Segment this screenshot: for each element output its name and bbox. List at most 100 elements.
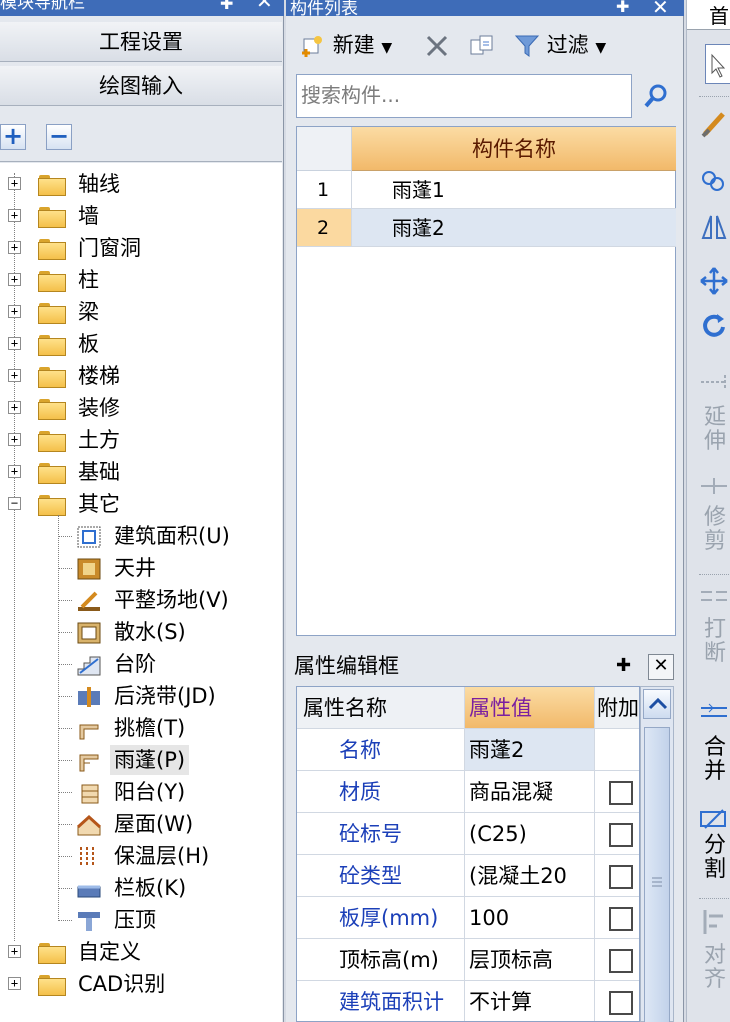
tree-node[interactable]: + 基础	[0, 457, 280, 487]
column-header-component-name[interactable]: 构件名称	[352, 127, 676, 171]
align-tool-label[interactable]: 对齐	[701, 944, 729, 992]
scroll-up-button[interactable]	[643, 689, 671, 719]
tree-node[interactable]: + 墙	[0, 201, 280, 231]
tree-node[interactable]: − 其它	[0, 489, 280, 519]
brush-icon	[701, 112, 725, 138]
tree-connector-line	[58, 696, 72, 697]
mirror-tool-button[interactable]	[699, 212, 729, 242]
project-settings-button[interactable]: 工程设置	[0, 22, 282, 62]
close-icon[interactable]: ✕	[652, 0, 669, 16]
delete-button[interactable]	[424, 26, 450, 64]
new-component-button[interactable]: 新建 ▼	[300, 26, 392, 64]
expand-node-icon[interactable]: +	[8, 337, 21, 350]
expand-all-button[interactable]: +	[0, 124, 26, 150]
tree-leaf[interactable]: 平整场地(V)	[0, 585, 280, 615]
scroll-thumb[interactable]	[644, 727, 670, 1022]
tree-node[interactable]: + 梁	[0, 297, 280, 327]
folder-icon	[38, 943, 66, 964]
extra-property-checkbox[interactable]	[609, 949, 633, 973]
tree-node[interactable]: + 楼梯	[0, 361, 280, 391]
extra-property-checkbox[interactable]	[609, 991, 633, 1015]
tree-node[interactable]: + 装修	[0, 393, 280, 423]
property-value-cell[interactable]: 不计算	[465, 981, 595, 1021]
expand-node-icon[interactable]: +	[8, 401, 21, 414]
tree-leaf[interactable]: 后浇带(JD)	[0, 681, 280, 711]
tree-node[interactable]: + CAD识别	[0, 969, 280, 999]
collapse-all-button[interactable]: −	[46, 124, 72, 150]
tree-node-label: 装修	[78, 396, 120, 420]
property-name-cell: 建筑面积计	[297, 981, 465, 1021]
expand-node-icon[interactable]: +	[8, 305, 21, 318]
property-value-cell[interactable]: 雨蓬2	[465, 729, 595, 771]
tree-node[interactable]: + 门窗洞	[0, 233, 280, 263]
component-search-input[interactable]	[297, 75, 627, 115]
nav-panel-titlebar: 模块导航栏 ✚ ✕	[0, 0, 284, 16]
expand-node-icon[interactable]: +	[8, 977, 21, 990]
rotate-tool-button[interactable]	[699, 310, 729, 340]
expand-node-icon[interactable]: +	[8, 433, 21, 446]
property-scrollbar[interactable]	[640, 686, 674, 1022]
copy-tool-button[interactable]	[699, 166, 729, 196]
tree-leaf[interactable]: 栏板(K)	[0, 873, 280, 903]
pin-icon[interactable]: ✚	[616, 0, 629, 16]
tree-leaf[interactable]: 挑檐(T)	[0, 713, 280, 743]
close-icon[interactable]: ✕	[648, 654, 674, 680]
tree-node[interactable]: + 自定义	[0, 937, 280, 967]
property-value-cell[interactable]: 商品混凝	[465, 771, 595, 813]
tree-leaf[interactable]: 建筑面积(U)	[0, 521, 280, 551]
search-button[interactable]	[638, 78, 674, 116]
component-row[interactable]: 雨蓬1	[352, 171, 676, 209]
trim-tool-label[interactable]: 修剪	[701, 506, 729, 554]
extra-property-checkbox[interactable]	[609, 823, 633, 847]
close-icon[interactable]: ✕	[256, 0, 273, 11]
select-tool-button[interactable]	[705, 44, 730, 84]
property-value-cell[interactable]: 层顶标高	[465, 939, 595, 981]
tree-leaf[interactable]: 台阶	[0, 649, 280, 679]
extra-property-checkbox[interactable]	[609, 907, 633, 931]
expand-node-icon[interactable]: +	[8, 465, 21, 478]
component-search-box	[296, 74, 632, 118]
site-leveling-icon	[76, 589, 102, 613]
expand-node-icon[interactable]: +	[8, 369, 21, 382]
extend-tool-label[interactable]: 延伸	[701, 406, 729, 454]
expand-node-icon[interactable]: +	[8, 209, 21, 222]
extra-property-checkbox[interactable]	[609, 781, 633, 805]
expand-node-icon[interactable]: +	[8, 273, 21, 286]
tree-node[interactable]: + 柱	[0, 265, 280, 295]
tree-node[interactable]: + 轴线	[0, 169, 280, 199]
property-value-cell[interactable]: 100	[465, 897, 595, 939]
brush-tool-button[interactable]	[699, 108, 729, 138]
collapse-node-icon[interactable]: −	[8, 497, 21, 510]
tree-node[interactable]: + 土方	[0, 425, 280, 455]
expand-node-icon[interactable]: +	[8, 177, 21, 190]
tree-connector-line	[58, 824, 72, 825]
pin-icon[interactable]: ✚	[220, 0, 233, 12]
tree-leaf[interactable]: 压顶	[0, 905, 280, 935]
split-tool-label[interactable]: 分割	[701, 834, 729, 882]
copy-button[interactable]	[468, 26, 496, 64]
expand-node-icon[interactable]: +	[8, 945, 21, 958]
tree-leaf[interactable]: 阳台(Y)	[0, 777, 280, 807]
tree-node[interactable]: + 板	[0, 329, 280, 359]
break-tool-label[interactable]: 打断	[701, 618, 729, 666]
merge-tool-label[interactable]: 合并	[701, 736, 729, 784]
tree-leaf[interactable]: 屋面(W)	[0, 809, 280, 839]
tree-leaf[interactable]: 天井	[0, 553, 280, 583]
tree-node-label: 自定义	[78, 940, 141, 964]
expand-node-icon[interactable]: +	[8, 241, 21, 254]
drawing-input-button[interactable]: 绘图输入	[0, 66, 282, 106]
property-name-cell: 材质	[297, 771, 465, 813]
extra-property-checkbox[interactable]	[609, 865, 633, 889]
folder-icon	[38, 431, 66, 452]
pin-icon[interactable]: ✚	[616, 650, 631, 682]
tree-leaf[interactable]: 散水(S)	[0, 617, 280, 647]
tree-leaf[interactable]: 保温层(H)	[0, 841, 280, 871]
tree-leaf[interactable]: 雨蓬(P)	[0, 745, 280, 775]
component-row-selected[interactable]: 雨蓬2	[352, 209, 676, 247]
floor-tab[interactable]: 首	[687, 0, 730, 30]
property-value-cell[interactable]: (混凝土20	[465, 855, 595, 897]
property-value-cell[interactable]: (C25)	[465, 813, 595, 855]
new-component-label: 新建	[332, 33, 375, 57]
filter-button[interactable]: 过滤 ▼	[514, 26, 606, 64]
move-tool-button[interactable]	[699, 266, 729, 296]
